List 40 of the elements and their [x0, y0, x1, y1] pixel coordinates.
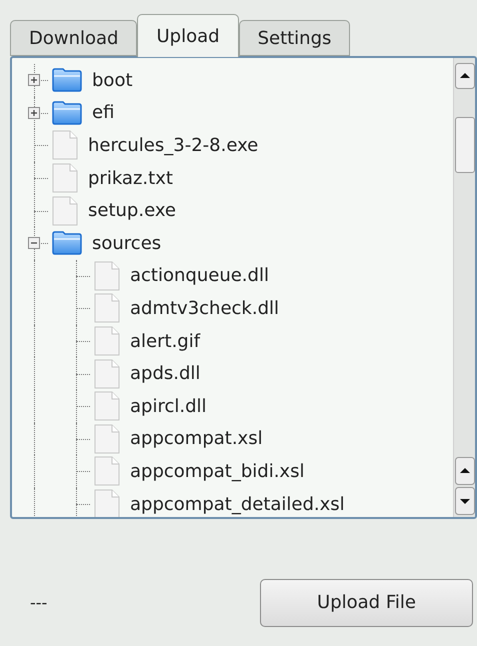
scrollbar[interactable] [453, 58, 475, 517]
file-name[interactable]: appcompat.xsl [130, 425, 263, 452]
file-name[interactable]: apircl.dll [130, 392, 207, 420]
tab[interactable]: Upload [137, 14, 239, 57]
file-icon [94, 260, 120, 291]
file-name[interactable]: apds.dll [130, 360, 200, 388]
folder-name[interactable]: sources [92, 230, 162, 257]
file-name[interactable]: prikaz.txt [88, 164, 173, 192]
scroll-thumb[interactable] [455, 117, 475, 173]
file-name[interactable]: setup.exe [88, 197, 176, 224]
expand-icon[interactable] [28, 74, 40, 86]
folder-name[interactable]: efi [92, 99, 114, 126]
file-icon [94, 424, 120, 454]
scroll-up-icon[interactable] [455, 63, 475, 89]
file-icon [52, 196, 78, 226]
file-name[interactable]: hercules_3-2-8.exe [88, 132, 258, 159]
folder-icon [52, 68, 82, 92]
file-name[interactable]: admtv3check.dll [130, 294, 280, 322]
file-icon [94, 358, 120, 389]
collapse-icon[interactable] [28, 237, 40, 250]
scroll-up-icon[interactable] [455, 457, 475, 485]
expand-icon[interactable] [28, 106, 40, 119]
file-icon [94, 293, 120, 324]
tab[interactable]: Download [10, 20, 138, 56]
file-icon [94, 456, 120, 486]
file-icon [94, 391, 120, 422]
file-name[interactable]: alert.gif [130, 328, 200, 355]
file-icon [94, 326, 120, 356]
status-text: --- [30, 592, 48, 614]
file-icon [52, 163, 78, 194]
file-name[interactable]: actionqueue.dll [130, 262, 269, 290]
folder-name[interactable]: boot [92, 66, 133, 94]
file-name[interactable]: appcompat_detailed.xsl [130, 490, 345, 517]
folder-icon [52, 231, 82, 256]
upload-file-button[interactable]: Upload File [260, 578, 473, 626]
scroll-down-icon[interactable] [455, 487, 475, 515]
file-icon [52, 130, 78, 160]
folder-icon [52, 100, 82, 125]
tab[interactable]: Settings [238, 20, 350, 56]
file-name[interactable]: appcompat_bidi.xsl [130, 458, 304, 485]
